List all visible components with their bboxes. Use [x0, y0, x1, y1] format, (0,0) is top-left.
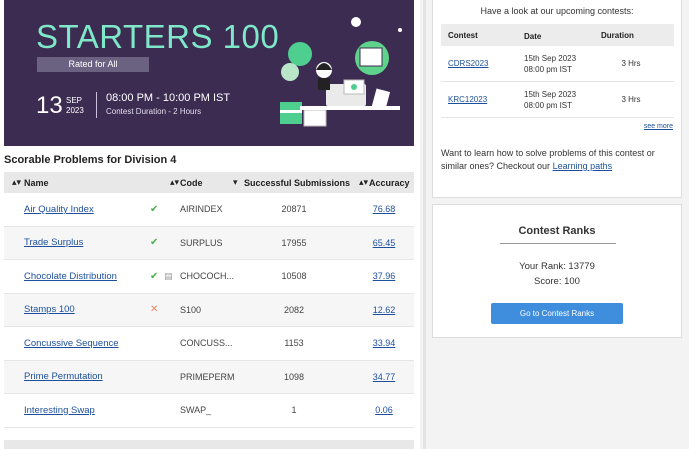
ranks-title-underline [500, 243, 616, 244]
accuracy-link[interactable]: 65.45 [364, 238, 404, 248]
contest-duration: 3 Hrs [621, 59, 641, 68]
upcoming-table: Contest Date Duration CDRS2023 15th Sep … [441, 24, 674, 118]
problem-code: AIRINDEX [180, 204, 223, 215]
duration-col-header: Duration [601, 31, 634, 40]
accuracy-link[interactable]: 37.96 [364, 271, 404, 281]
accuracy-link[interactable]: 33.94 [364, 338, 404, 348]
accuracy-link[interactable]: 76.68 [364, 204, 404, 214]
contest-title: STARTERS 100 [36, 18, 280, 55]
contest-banner: STARTERS 100 Rated for All 13 SEP 2023 0… [4, 0, 414, 146]
banner-separator [96, 92, 97, 118]
date-col-header: Date [524, 32, 542, 41]
contest-month-year: SEP 2023 [66, 96, 84, 116]
editorial-icon[interactable]: ▤ [164, 271, 173, 282]
problem-code: SURPLUS [180, 237, 223, 248]
learning-paths-link[interactable]: Learning paths [553, 161, 613, 171]
column-divider [423, 0, 426, 449]
table-row: Interesting Swap SWAP_ 1 0.06 [4, 394, 414, 428]
successful-submissions: 10508 [281, 271, 307, 282]
table-row: Concussive Sequence CONCUSS... 1153 33.94 [4, 327, 414, 361]
accuracy-link[interactable]: 34.77 [364, 372, 404, 382]
contest-month: SEP [66, 96, 83, 105]
rated-badge: Rated for All [37, 57, 149, 72]
successful-submissions: 20871 [281, 204, 307, 215]
problem-code: CHOCOCH... [180, 271, 234, 282]
table-footer [4, 440, 414, 449]
sort-icon[interactable]: ▴▾ [359, 177, 368, 188]
contest-col-header: Contest [448, 31, 478, 40]
problem-name-link[interactable]: Concussive Sequence [24, 338, 119, 349]
problem-name-link[interactable]: Trade Surplus [24, 237, 83, 248]
cross-icon: ✕ [150, 304, 159, 316]
table-row: Air Quality Index ✔ AIRINDEX 20871 76.68 [4, 193, 414, 227]
accuracy-link[interactable]: 12.62 [364, 305, 404, 315]
contest-date: 15th Sep 2023 08:00 pm IST [524, 54, 577, 74]
submissions-header[interactable]: Successful Submissions [244, 178, 350, 188]
go-to-ranks-button[interactable]: Go to Contest Ranks [491, 303, 623, 324]
contest-time: 08:00 PM - 10:00 PM IST [106, 92, 231, 104]
table-header: ▴▾ Name ▴▾ Code ▾ Successful Submissions… [4, 172, 414, 193]
sort-desc-icon[interactable]: ▾ [233, 177, 238, 188]
your-rank: Your Rank: 13779 [519, 261, 595, 272]
upcoming-heading: Have a look at our upcoming contests: [480, 6, 634, 16]
contest-ranks-card: Contest Ranks Your Rank: 13779 Score: 10… [432, 204, 682, 338]
table-row: Stamps 100 ✕ S100 2082 12.62 [4, 293, 414, 327]
problems-table: ▴▾ Name ▴▾ Code ▾ Successful Submissions… [4, 172, 414, 428]
contest-year: 2023 [66, 106, 84, 115]
successful-submissions: 1153 [284, 338, 304, 349]
successful-submissions: 1 [291, 405, 297, 416]
problem-name-link[interactable]: Prime Permutation [24, 371, 103, 382]
successful-submissions: 2082 [283, 304, 305, 315]
name-header[interactable]: Name [24, 178, 49, 188]
upcoming-row: CDRS2023 15th Sep 2023 08:00 pm IST 3 Hrs [441, 46, 674, 82]
contest-link[interactable]: CDRS2023 [448, 59, 488, 68]
contest-duration: 3 Hrs [621, 95, 641, 104]
contest-link[interactable]: KRC12023 [448, 95, 487, 104]
contest-date: 15th Sep 2023 08:00 pm IST [524, 90, 577, 110]
coder-illustration-icon [280, 17, 402, 127]
accuracy-header[interactable]: Accuracy [369, 178, 410, 188]
sort-icon[interactable]: ▴▾ [170, 177, 179, 188]
accuracy-link[interactable]: 0.06 [364, 405, 404, 415]
upcoming-table-header: Contest Date Duration [441, 24, 674, 46]
problem-name-link[interactable]: Chocolate Distribution [24, 271, 117, 282]
learning-paths-text: Want to learn how to solve problems of t… [441, 148, 655, 171]
problem-name-link[interactable]: Stamps 100 [24, 304, 75, 315]
check-icon: ✔ [150, 270, 159, 282]
ranks-title: Contest Ranks [518, 225, 596, 237]
problem-code: PRIMEPERM [180, 371, 235, 382]
table-row: Prime Permutation PRIMEPERM 1098 34.77 [4, 360, 414, 394]
successful-submissions: 17955 [281, 237, 307, 248]
problem-code: CONCUSS... [180, 338, 233, 349]
contest-day: 13 [36, 92, 63, 119]
table-row: Trade Surplus ✔ SURPLUS 17955 65.45 [4, 226, 414, 260]
problem-code: SWAP_ [180, 405, 212, 416]
problem-name-link[interactable]: Air Quality Index [24, 204, 94, 215]
problem-code: S100 [180, 304, 202, 315]
sort-icon[interactable]: ▴▾ [12, 177, 21, 188]
main-column: STARTERS 100 Rated for All 13 SEP 2023 0… [0, 0, 420, 449]
section-title: Scorable Problems for Division 4 [4, 154, 177, 166]
see-more-link[interactable]: see more [644, 123, 673, 130]
check-icon: ✔ [150, 203, 159, 215]
successful-submissions: 1098 [283, 371, 305, 382]
upcoming-row: KRC12023 15th Sep 2023 08:00 pm IST 3 Hrs [441, 82, 674, 118]
code-header[interactable]: Code [180, 178, 203, 188]
your-score: Score: 100 [534, 276, 580, 287]
upcoming-contests-card: Have a look at our upcoming contests: Co… [432, 0, 682, 198]
contest-duration: Contest Duration - 2 Hours [106, 107, 202, 116]
problem-name-link[interactable]: Interesting Swap [24, 405, 95, 416]
check-icon: ✔ [150, 237, 159, 249]
table-row: Chocolate Distribution ✔ ▤ CHOCOCH... 10508 3… [4, 260, 414, 294]
